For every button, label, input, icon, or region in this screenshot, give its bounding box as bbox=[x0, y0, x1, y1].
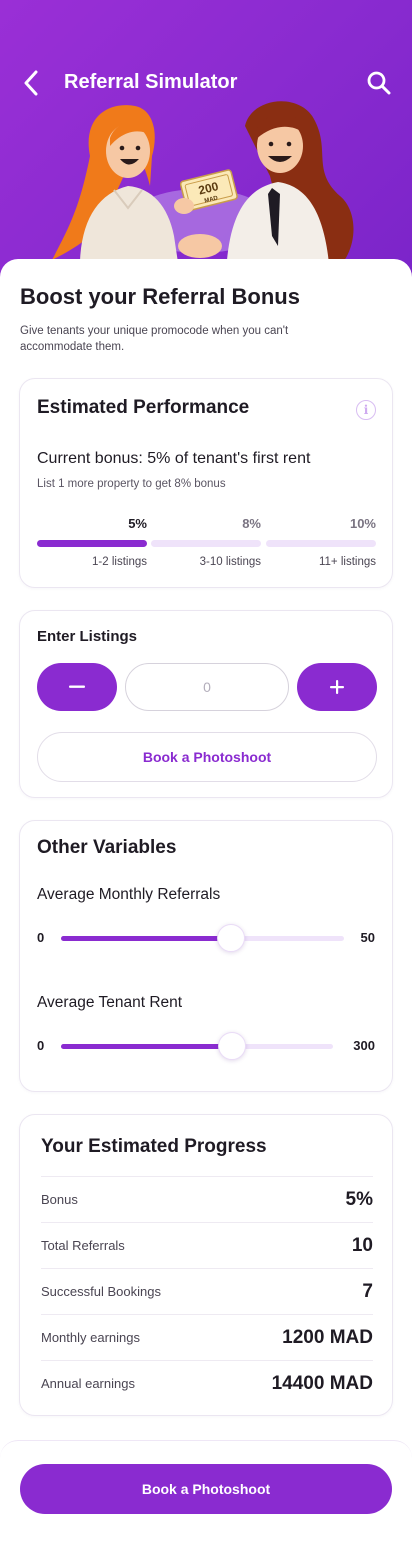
performance-card: Estimated Performance i Current bonus: 5… bbox=[19, 378, 393, 588]
tier-percent: 8% bbox=[242, 516, 261, 531]
bonus-hint: List 1 more property to get 8% bonus bbox=[37, 478, 226, 490]
progress-row: Annual earnings 14400 MAD bbox=[41, 1360, 373, 1406]
referrals-min: 0 bbox=[37, 930, 45, 945]
progress-label: Annual earnings bbox=[41, 1376, 135, 1391]
page-title: Referral Simulator bbox=[64, 71, 238, 93]
progress-label: Total Referrals bbox=[41, 1238, 125, 1253]
progress-value: 14400 MAD bbox=[271, 1372, 373, 1394]
search-icon[interactable] bbox=[364, 68, 394, 98]
progress-row: Successful Bookings 7 bbox=[41, 1268, 373, 1314]
tier-label: 11+ listings bbox=[318, 556, 376, 568]
progress-row: Monthly earnings 1200 MAD bbox=[41, 1314, 373, 1360]
progress-row: Bonus 5% bbox=[41, 1176, 373, 1222]
tier-label: 1-2 listings bbox=[92, 556, 147, 568]
referrals-slider-thumb[interactable] bbox=[216, 924, 245, 952]
book-photoshoot-button[interactable]: Book a Photoshoot bbox=[37, 732, 377, 782]
variables-title: Other Variables bbox=[37, 837, 177, 858]
plus-icon bbox=[330, 680, 344, 694]
tier-bar-active bbox=[37, 540, 147, 547]
referrals-label: Average Monthly Referrals bbox=[37, 886, 221, 903]
listings-card: Enter Listings 0 Book a Photoshoot bbox=[19, 610, 393, 798]
hero-header: Referral Simulator 200 MAD bbox=[0, 0, 412, 290]
tier-percent: 5% bbox=[128, 516, 147, 531]
info-icon[interactable]: i bbox=[356, 400, 376, 420]
progress-label: Bonus bbox=[41, 1192, 78, 1207]
referrals-slider-fill bbox=[61, 936, 231, 941]
progress-value: 5% bbox=[345, 1188, 373, 1210]
tier-percent: 10% bbox=[349, 516, 376, 531]
minus-icon bbox=[69, 685, 85, 688]
rent-slider-thumb[interactable] bbox=[218, 1032, 247, 1060]
rent-slider-fill bbox=[61, 1044, 233, 1049]
tier-bar bbox=[266, 540, 376, 547]
progress-value: 7 bbox=[362, 1280, 373, 1302]
variables-card: Other Variables Average Monthly Referral… bbox=[19, 820, 393, 1092]
intro-subtitle: Give tenants your unique promocode when … bbox=[20, 325, 289, 353]
referrals-slider[interactable] bbox=[61, 924, 344, 952]
progress-value: 1200 MAD bbox=[282, 1326, 373, 1348]
listings-quantity-input[interactable]: 0 bbox=[125, 663, 289, 711]
referrals-max: 50 bbox=[360, 930, 375, 945]
intro-title: Boost your Referral Bonus bbox=[20, 284, 300, 309]
progress-value: 10 bbox=[351, 1234, 373, 1256]
tier-label: 3-10 listings bbox=[199, 556, 261, 568]
back-arrow-icon[interactable] bbox=[16, 68, 46, 98]
rent-slider[interactable] bbox=[61, 1032, 333, 1060]
progress-card: Your Estimated Progress Bonus 5% Total R… bbox=[19, 1114, 393, 1416]
bottom-bar: Book a Photoshoot bbox=[0, 1440, 412, 1555]
rent-label: Average Tenant Rent bbox=[37, 994, 183, 1011]
progress-row: Total Referrals 10 bbox=[41, 1222, 373, 1268]
progress-title: Your Estimated Progress bbox=[41, 1136, 267, 1157]
decrement-button[interactable] bbox=[37, 663, 117, 711]
current-bonus: Current bonus: 5% of tenant's first rent bbox=[37, 450, 311, 467]
handshake-illustration: 200 MAD bbox=[52, 101, 354, 276]
listings-title: Enter Listings bbox=[37, 628, 138, 645]
tier-bar bbox=[151, 540, 261, 547]
progress-label: Monthly earnings bbox=[41, 1330, 140, 1345]
book-photoshoot-cta[interactable]: Book a Photoshoot bbox=[20, 1464, 392, 1514]
increment-button[interactable] bbox=[297, 663, 377, 711]
rent-min: 0 bbox=[37, 1038, 45, 1053]
progress-label: Successful Bookings bbox=[41, 1284, 161, 1299]
rent-max: 300 bbox=[353, 1038, 375, 1053]
performance-title: Estimated Performance bbox=[37, 397, 250, 418]
